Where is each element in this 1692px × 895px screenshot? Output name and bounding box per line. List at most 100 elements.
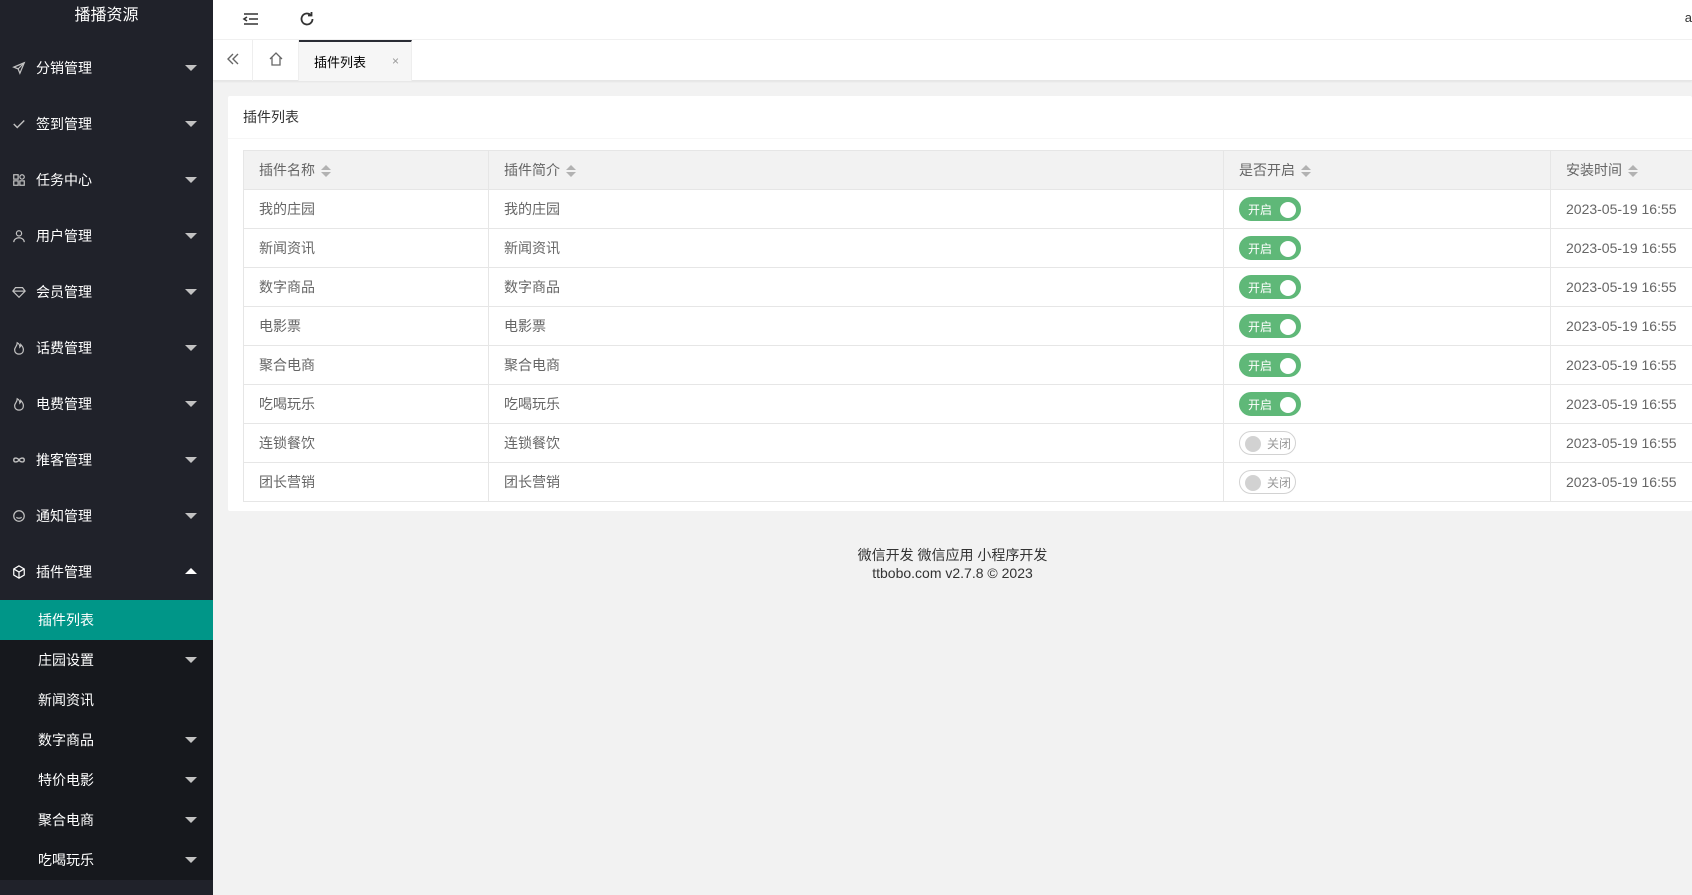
table-row: 我的庄园 我的庄园 开启 2023-05-19 16:55 (243, 189, 1692, 229)
chevron-down-icon (185, 737, 197, 743)
user-menu[interactable]: a (1685, 10, 1692, 25)
sidebar-item-phone-bill[interactable]: 话费管理 (0, 320, 213, 376)
sidebar: 播播资源 分销管理 签到管理 任务中心 用户管理 会员管理 话费管理 电费管理 … (0, 0, 213, 895)
enable-toggle[interactable]: 开启 (1239, 314, 1301, 338)
collapse-sidebar-button[interactable] (231, 0, 271, 40)
cell-enabled: 开启 (1223, 345, 1551, 385)
footer-links[interactable]: 微信开发 微信应用 小程序开发 (213, 546, 1692, 564)
enable-toggle[interactable]: 关闭 (1239, 470, 1296, 494)
cell-name: 聚合电商 (243, 345, 489, 385)
cell-desc: 电影票 (488, 306, 1224, 346)
chevron-down-icon (185, 177, 197, 183)
tabs-scroll-left-button[interactable] (213, 40, 253, 81)
infinity-icon (12, 453, 26, 467)
check-icon (12, 117, 26, 131)
cell-enabled: 开启 (1223, 267, 1551, 307)
cell-desc: 连锁餐饮 (488, 423, 1224, 463)
footer-copyright: ttbobo.com v2.7.8 © 2023 (872, 565, 1033, 581)
sidebar-item-users[interactable]: 用户管理 (0, 208, 213, 264)
cell-install-time: 2023-05-19 16:55 (1550, 267, 1692, 307)
cell-desc: 新闻资讯 (488, 228, 1224, 268)
tab-plugin-list[interactable]: 插件列表 × (299, 40, 412, 81)
submenu-item-plugin-list[interactable]: 插件列表 (0, 600, 213, 640)
fire-icon (12, 341, 26, 355)
card-title: 插件列表 (228, 96, 1692, 139)
submenu-item-food-fun[interactable]: 吃喝玩乐 (0, 840, 213, 880)
sidebar-item-plugins[interactable]: 插件管理 (0, 544, 213, 600)
cell-name: 数字商品 (243, 267, 489, 307)
table-row: 电影票 电影票 开启 2023-05-19 16:55 (243, 306, 1692, 346)
smile-icon (12, 509, 26, 523)
app-logo[interactable]: 播播资源 (0, 0, 213, 40)
table-row: 吃喝玩乐 吃喝玩乐 开启 2023-05-19 16:55 (243, 384, 1692, 424)
chevron-down-icon (185, 857, 197, 863)
cell-install-time: 2023-05-19 16:55 (1550, 384, 1692, 424)
sidebar-item-tasks[interactable]: 任务中心 (0, 152, 213, 208)
table-header-row: 插件名称 插件简介 是否开启 安装时间 (243, 150, 1692, 190)
sidebar-item-label: 插件管理 (36, 564, 92, 580)
cell-install-time: 2023-05-19 16:55 (1550, 306, 1692, 346)
sidebar-item-checkin[interactable]: 签到管理 (0, 96, 213, 152)
sort-icon[interactable] (566, 164, 576, 178)
chevron-down-icon (185, 657, 197, 663)
sidebar-item-label: 签到管理 (36, 116, 92, 132)
column-header-name[interactable]: 插件名称 (243, 150, 489, 190)
sidebar-item-notifications[interactable]: 通知管理 (0, 488, 213, 544)
cell-enabled: 开启 (1223, 306, 1551, 346)
cell-install-time: 2023-05-19 16:55 (1550, 189, 1692, 229)
chevron-down-icon (185, 457, 197, 463)
chevron-down-icon (185, 121, 197, 127)
double-chevron-left-icon (225, 51, 241, 70)
submenu-item-manor-settings[interactable]: 庄园设置 (0, 640, 213, 680)
submenu-item-discount-movies[interactable]: 特价电影 (0, 760, 213, 800)
cell-enabled: 关闭 (1223, 423, 1551, 463)
plugin-table: 插件名称 插件简介 是否开启 安装时间 我的庄园 我的庄园 开启 2023-05… (243, 150, 1692, 502)
sidebar-item-members[interactable]: 会员管理 (0, 264, 213, 320)
sidebar-item-distribution[interactable]: 分销管理 (0, 40, 213, 96)
refresh-button[interactable] (287, 0, 327, 40)
enable-toggle[interactable]: 开启 (1239, 197, 1301, 221)
sidebar-item-electric-bill[interactable]: 电费管理 (0, 376, 213, 432)
send-icon (12, 61, 26, 75)
plugin-list-card: 插件列表 插件名称 插件简介 是否开启 安装时间 我的庄园 我的庄园 开启 20… (228, 96, 1692, 511)
sort-icon[interactable] (1628, 164, 1638, 178)
column-header-enabled[interactable]: 是否开启 (1223, 150, 1551, 190)
close-icon[interactable]: × (392, 54, 399, 68)
cell-enabled: 关闭 (1223, 462, 1551, 502)
sidebar-item-promoters[interactable]: 推客管理 (0, 432, 213, 488)
chevron-down-icon (185, 233, 197, 239)
chevron-down-icon (185, 817, 197, 823)
submenu-item-digital-goods[interactable]: 数字商品 (0, 720, 213, 760)
submenu-item-news[interactable]: 新闻资讯 (0, 680, 213, 720)
sidebar-item-label: 话费管理 (36, 340, 92, 356)
cell-install-time: 2023-05-19 16:55 (1550, 345, 1692, 385)
page-footer: 微信开发 微信应用 小程序开发 ttbobo.com v2.7.8 © 2023 (213, 546, 1692, 582)
sort-icon[interactable] (321, 164, 331, 178)
sort-icon[interactable] (1301, 164, 1311, 178)
cell-name: 吃喝玩乐 (243, 384, 489, 424)
sidebar-item-label: 电费管理 (36, 396, 92, 412)
column-header-desc[interactable]: 插件简介 (488, 150, 1224, 190)
cell-desc: 我的庄园 (488, 189, 1224, 229)
cell-desc: 数字商品 (488, 267, 1224, 307)
cell-install-time: 2023-05-19 16:55 (1550, 423, 1692, 463)
cell-install-time: 2023-05-19 16:55 (1550, 228, 1692, 268)
enable-toggle[interactable]: 开启 (1239, 236, 1301, 260)
enable-toggle[interactable]: 开启 (1239, 392, 1301, 416)
cube-icon (12, 565, 26, 579)
table-row: 聚合电商 聚合电商 开启 2023-05-19 16:55 (243, 345, 1692, 385)
cell-install-time: 2023-05-19 16:55 (1550, 462, 1692, 502)
user-icon (12, 229, 26, 243)
enable-toggle[interactable]: 开启 (1239, 275, 1301, 299)
table-row: 新闻资讯 新闻资讯 开启 2023-05-19 16:55 (243, 228, 1692, 268)
cell-name: 电影票 (243, 306, 489, 346)
submenu-item-ecommerce[interactable]: 聚合电商 (0, 800, 213, 840)
sidebar-item-label: 通知管理 (36, 508, 92, 524)
enable-toggle[interactable]: 关闭 (1239, 431, 1296, 455)
cell-name: 我的庄园 (243, 189, 489, 229)
sidebar-item-label: 推客管理 (36, 452, 92, 468)
home-tab[interactable] (253, 40, 299, 81)
column-header-install-time[interactable]: 安装时间 (1550, 150, 1692, 190)
enable-toggle[interactable]: 开启 (1239, 353, 1301, 377)
fire-icon (12, 397, 26, 411)
